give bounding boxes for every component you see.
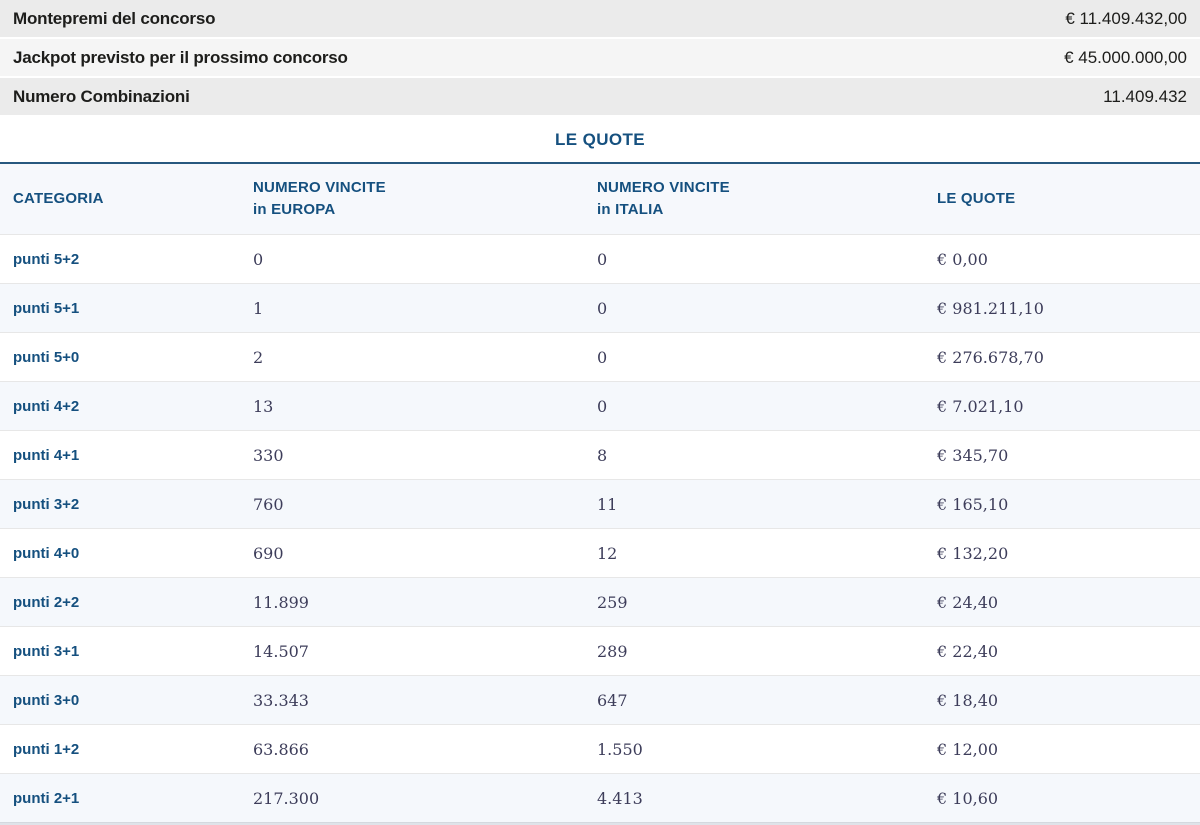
col-header-text: NUMERO VINCITE [597,179,730,197]
table-row: punti 5+1 1 0 € 981.211,10 [0,283,1200,332]
table-row: punti 3+2 760 11 € 165,10 [0,479,1200,528]
category-label: punti 2+1 [13,789,80,807]
table-row: punti 1+2 63.866 1.550 € 12,00 [0,724,1200,773]
quote-title-zone: LE QUOTE [0,117,1200,162]
table-row: punti 2+2 11.899 259 € 24,40 [0,577,1200,626]
quote-value: € 345,70 [937,445,1009,465]
category-label: punti 3+2 [13,495,80,513]
wins-europe-value: 1 [253,298,264,318]
quote-value: € 165,10 [937,494,1009,514]
jackpot-value: € 45.000.000,00 [1064,47,1187,67]
wins-europe-value: 760 [253,494,284,514]
category-label: punti 2+2 [13,593,80,611]
wins-europe-value: 11.899 [253,592,309,612]
wins-europe-value: 217.300 [253,788,320,808]
table-row: punti 5+0 2 0 € 276.678,70 [0,332,1200,381]
wins-italy-value: 259 [597,592,628,612]
category-label: punti 4+1 [13,446,80,464]
jackpot-label: Jackpot previsto per il prossimo concors… [13,47,348,67]
quote-value: € 7.021,10 [937,396,1024,416]
wins-italy-value: 1.550 [597,739,643,759]
wins-europe-value: 0 [253,249,264,269]
wins-italy-value: 0 [597,249,608,269]
wins-europe-value: 330 [253,445,284,465]
table-row: punti 4+2 13 0 € 7.021,10 [0,381,1200,430]
combinazioni-label: Numero Combinazioni [13,86,190,106]
col-header-text: LE QUOTE [937,190,1016,208]
category-label: punti 5+2 [13,250,80,268]
combinazioni-value: 11.409.432 [1103,86,1187,106]
col-header-vincite-europa: NUMERO VINCITE in EUROPA [253,177,597,221]
wins-europe-value: 33.343 [253,690,309,710]
quote-value: € 18,40 [937,690,999,710]
quote-value: € 24,40 [937,592,999,612]
col-header-text: in EUROPA [253,201,336,218]
quote-table-body: punti 5+2 0 0 € 0,00 punti 5+1 1 0 € 981… [0,234,1200,822]
wins-europe-value: 2 [253,347,264,367]
col-header-categoria: CATEGORIA [0,188,253,210]
wins-italy-value: 12 [597,543,618,563]
wins-italy-value: 0 [597,347,608,367]
table-row: punti 4+0 690 12 € 132,20 [0,528,1200,577]
category-label: punti 3+0 [13,691,80,709]
summary-row-montepremi: Montepremi del concorso € 11.409.432,00 [0,0,1200,37]
quote-value: € 22,40 [937,641,999,661]
col-header-text: CATEGORIA [13,190,104,208]
summary-row-jackpot: Jackpot previsto per il prossimo concors… [0,39,1200,76]
wins-italy-value: 4.413 [597,788,643,808]
wins-europe-value: 63.866 [253,739,309,759]
wins-europe-value: 690 [253,543,284,563]
quote-value: € 276.678,70 [937,347,1044,367]
wins-italy-value: 8 [597,445,608,465]
wins-italy-value: 647 [597,690,628,710]
wins-europe-value: 14.507 [253,641,309,661]
col-header-text: in ITALIA [597,201,664,218]
quote-value: € 981.211,10 [937,298,1044,318]
quote-table-header: CATEGORIA NUMERO VINCITE in EUROPA NUMER… [0,164,1200,234]
col-header-vincite-italia: NUMERO VINCITE in ITALIA [597,177,937,221]
wins-europe-value: 13 [253,396,274,416]
quote-value: € 132,20 [937,543,1009,563]
results-page: Montepremi del concorso € 11.409.432,00 … [0,0,1200,825]
col-header-text: NUMERO VINCITE [253,179,386,197]
category-label: punti 3+1 [13,642,80,660]
quote-value: € 12,00 [937,739,999,759]
table-row: punti 3+0 33.343 647 € 18,40 [0,675,1200,724]
category-label: punti 5+0 [13,348,80,366]
table-row: punti 5+2 0 0 € 0,00 [0,234,1200,283]
montepremi-value: € 11.409.432,00 [1065,8,1187,28]
quote-value: € 0,00 [937,249,988,269]
quote-value: € 10,60 [937,788,999,808]
wins-italy-value: 11 [597,494,618,514]
table-row: punti 3+1 14.507 289 € 22,40 [0,626,1200,675]
table-row: punti 2+1 217.300 4.413 € 10,60 [0,773,1200,822]
table-row: punti 4+1 330 8 € 345,70 [0,430,1200,479]
summary-row-combinazioni: Numero Combinazioni 11.409.432 [0,78,1200,115]
category-label: punti 4+0 [13,544,80,562]
wins-italy-value: 289 [597,641,628,661]
category-label: punti 1+2 [13,740,80,758]
wins-italy-value: 0 [597,396,608,416]
section-title: LE QUOTE [554,129,646,149]
category-label: punti 4+2 [13,397,80,415]
category-label: punti 5+1 [13,299,80,317]
col-header-lequote: LE QUOTE [937,188,1200,210]
wins-italy-value: 0 [597,298,608,318]
montepremi-label: Montepremi del concorso [13,8,216,28]
